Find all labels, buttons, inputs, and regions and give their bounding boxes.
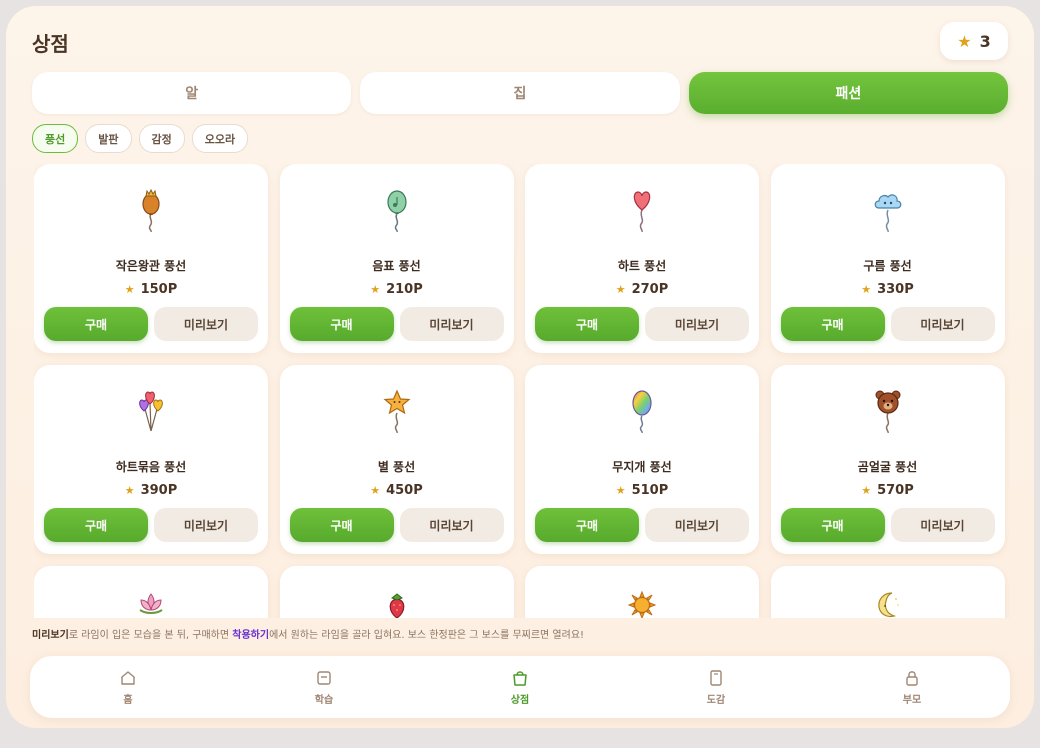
star-icon: ★ xyxy=(615,484,626,497)
preview-button[interactable]: 미리보기 xyxy=(890,508,995,542)
item-price: ★ 390P xyxy=(124,483,178,498)
item-card xyxy=(34,566,268,618)
nav-shop[interactable]: 상점 xyxy=(422,656,618,718)
item-name: 음표 풍선 xyxy=(372,259,421,273)
preview-button[interactable]: 미리보기 xyxy=(645,307,749,341)
nav-parent[interactable]: 부모 xyxy=(814,656,1010,718)
note-balloon-icon xyxy=(386,190,407,232)
star-icon: ★ xyxy=(957,31,972,51)
lotus-icon xyxy=(139,593,163,614)
preview-button[interactable]: 미리보기 xyxy=(645,508,749,542)
nav-label: 상점 xyxy=(510,694,530,706)
item-card: 작은왕관 풍선 ★ 150P 구매 미리보기 xyxy=(34,164,268,353)
item-card: 별 풍선 ★ 450P 구매 미리보기 xyxy=(279,365,514,554)
help-notice: 미리보기로 라임이 입은 모습을 본 뒤, 구매하면 착용하기에서 원하는 라임… xyxy=(32,630,585,641)
item-price: ★ 570P xyxy=(861,483,914,498)
buy-button[interactable]: 구매 xyxy=(289,307,394,341)
item-name: 하트묶음 풍선 xyxy=(115,460,187,474)
item-card: 하트 풍선 ★ 270P 구매 미리보기 xyxy=(525,164,759,353)
study-icon xyxy=(317,670,331,685)
nav-label: 학습 xyxy=(314,694,334,706)
buy-button[interactable]: 구매 xyxy=(44,307,148,341)
shop-bag-icon xyxy=(513,670,527,686)
item-name: 작은왕관 풍선 xyxy=(115,259,187,273)
buy-button[interactable]: 구매 xyxy=(780,307,885,341)
notice-preview-term: 미리보기 xyxy=(32,630,69,641)
moon-icon xyxy=(877,592,899,618)
tab-house[interactable]: 집 xyxy=(360,72,680,114)
crown-balloon-icon xyxy=(142,188,160,232)
item-name: 별 풍선 xyxy=(377,460,416,474)
item-price: ★ 450P xyxy=(370,483,423,498)
item-price: ★ 210P xyxy=(370,282,423,297)
sun-icon xyxy=(627,590,657,618)
star-icon: ★ xyxy=(370,484,381,497)
star-icon: ★ xyxy=(370,283,381,296)
chip-balloon[interactable]: 풍선 xyxy=(32,124,79,153)
item-price: ★ 270P xyxy=(615,282,669,297)
star-icon: ★ xyxy=(861,283,872,296)
item-card xyxy=(279,566,514,618)
page-title: 상점 xyxy=(32,32,69,56)
nav-home[interactable]: 홈 xyxy=(30,656,226,718)
item-card: 무지개 풍선 ★ 510P 구매 미리보기 xyxy=(525,365,759,554)
nav-label: 부모 xyxy=(902,694,922,706)
home-icon xyxy=(121,670,135,685)
buy-button[interactable]: 구매 xyxy=(44,508,148,542)
item-card: 구름 풍선 ★ 330P 구매 미리보기 xyxy=(770,164,1005,353)
strawberry-icon xyxy=(389,593,404,618)
tab-egg[interactable]: 알 xyxy=(32,72,352,114)
star-icon: ★ xyxy=(124,283,135,296)
heart-bunch-balloon-icon xyxy=(139,391,163,432)
star-icon: ★ xyxy=(124,484,135,497)
buy-button[interactable]: 구매 xyxy=(289,508,394,542)
subcategory-chips: 풍선 발판 감정 오오라 xyxy=(32,124,249,153)
star-count-badge: ★ 3 xyxy=(940,22,1008,60)
category-tabs: 알 집 패션 xyxy=(32,72,1008,114)
buy-button[interactable]: 구매 xyxy=(535,307,639,341)
item-name: 곰얼굴 풍선 xyxy=(857,460,918,474)
star-icon: ★ xyxy=(861,484,872,497)
item-card: 음표 풍선 ★ 210P 구매 미리보기 xyxy=(279,164,514,353)
item-price: ★ 510P xyxy=(615,483,669,498)
star-count: 3 xyxy=(979,31,991,51)
preview-button[interactable]: 미리보기 xyxy=(399,307,504,341)
item-grid: 작은왕관 풍선 ★ 150P 구매 미리보기 음표 풍선 ★ 210P 구매 미리보… xyxy=(34,164,1010,618)
item-card: 곰얼굴 풍선 ★ 570P 구매 미리보기 xyxy=(770,365,1005,554)
item-card xyxy=(770,566,1005,618)
notice-wear-link: 착용하기 xyxy=(232,630,270,641)
item-name: 구름 풍선 xyxy=(863,259,912,273)
preview-button[interactable]: 미리보기 xyxy=(890,307,995,341)
item-card: 하트묶음 풍선 ★ 390P 구매 미리보기 xyxy=(34,365,268,554)
buy-button[interactable]: 구매 xyxy=(780,508,885,542)
tab-fashion[interactable]: 패션 xyxy=(688,72,1008,114)
cloud-balloon-icon xyxy=(874,194,901,232)
item-price: ★ 150P xyxy=(124,282,178,297)
item-price: ★ 330P xyxy=(861,282,914,297)
bottom-nav: 홈 학습 상점 도감 부모 xyxy=(30,656,1010,718)
buy-button[interactable]: 구매 xyxy=(535,508,639,542)
rainbow-balloon-icon xyxy=(632,390,652,433)
item-grid-scroll[interactable]: 작은왕관 풍선 ★ 150P 구매 미리보기 음표 풍선 ★ 210P 구매 미리보… xyxy=(34,164,1010,618)
nav-label: 홈 xyxy=(123,694,133,706)
heart-balloon-icon xyxy=(633,191,651,232)
nav-collection[interactable]: 도감 xyxy=(618,656,814,718)
item-name: 무지개 풍선 xyxy=(612,460,672,474)
star-icon: ★ xyxy=(615,283,626,296)
star-balloon-icon xyxy=(382,389,411,433)
chip-platform[interactable]: 발판 xyxy=(85,124,132,153)
item-card xyxy=(525,566,759,618)
nav-study[interactable]: 학습 xyxy=(226,656,422,718)
preview-button[interactable]: 미리보기 xyxy=(154,508,258,542)
chip-aura[interactable]: 오오라 xyxy=(191,124,249,153)
shop-screen: 상점 ★ 3 알 집 패션 풍선 발판 감정 오오라 작은왕관 풍선 ★ 150P xyxy=(6,6,1034,728)
chip-emotion[interactable]: 감정 xyxy=(138,124,185,153)
book-icon xyxy=(710,669,722,686)
preview-button[interactable]: 미리보기 xyxy=(399,508,504,542)
item-name: 하트 풍선 xyxy=(617,259,667,273)
bear-balloon-icon xyxy=(875,390,900,433)
lock-icon xyxy=(906,670,918,686)
nav-label: 도감 xyxy=(706,694,726,706)
preview-button[interactable]: 미리보기 xyxy=(154,307,258,341)
